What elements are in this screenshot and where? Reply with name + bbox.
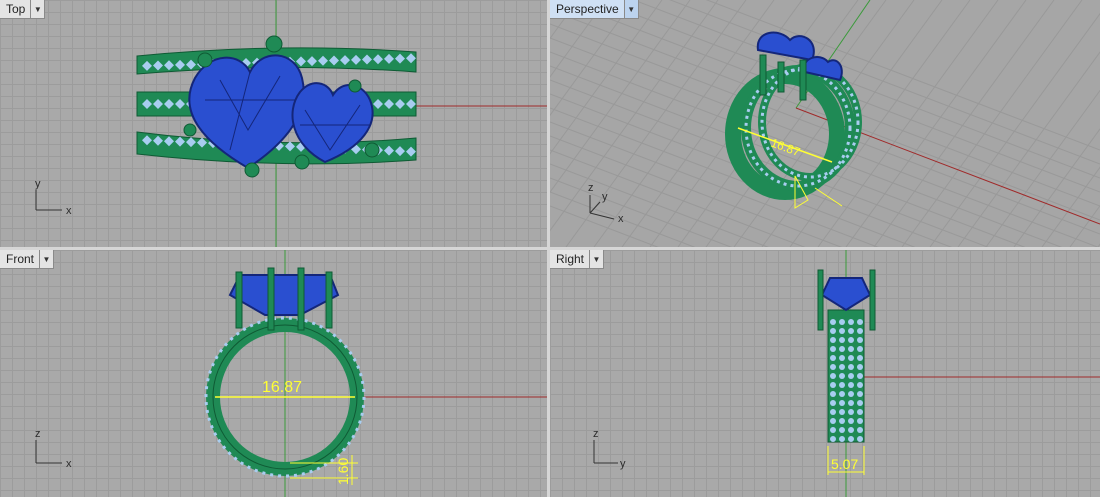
pave-stone: [848, 409, 854, 415]
pave-stone: [857, 337, 863, 343]
pave-stone: [857, 427, 863, 433]
pave-stone: [857, 436, 863, 442]
pave-stone: [839, 346, 845, 352]
axis-indicator: y x: [35, 178, 72, 217]
pave-stone: [839, 391, 845, 397]
pave-stone: [857, 364, 863, 370]
svg-text:z: z: [593, 428, 599, 440]
pave-stone: [839, 382, 845, 388]
pave-stone: [839, 436, 845, 442]
svg-text:x: x: [66, 458, 72, 470]
pave-stone: [848, 337, 854, 343]
caret-down-icon[interactable]: ▼: [623, 0, 638, 18]
viewport-title: Top: [6, 2, 26, 16]
svg-text:y: y: [602, 191, 608, 203]
pave-stone: [839, 364, 845, 370]
tab-perspective[interactable]: Perspective ▼: [550, 0, 639, 19]
svg-text:x: x: [66, 205, 72, 217]
caret-down-icon[interactable]: ▼: [30, 0, 44, 18]
svg-text:1.60: 1.60: [335, 458, 351, 485]
pave-stone: [830, 418, 836, 424]
pave-stone: [839, 373, 845, 379]
svg-text:z: z: [35, 428, 41, 440]
axis-indicator: z y: [593, 428, 626, 470]
viewport-perspective[interactable]: 16.87 z x y Perspective ▼: [550, 0, 1100, 247]
pave-stone: [848, 328, 854, 334]
tab-right[interactable]: Right ▼: [550, 250, 605, 269]
pave-stone: [839, 337, 845, 343]
caret-down-icon[interactable]: ▼: [39, 250, 53, 268]
svg-text:16.87: 16.87: [262, 379, 302, 396]
viewport-title: Front: [6, 252, 35, 266]
axis-indicator: z x: [35, 428, 72, 470]
pave-stone: [839, 319, 845, 325]
pave-stone: [839, 409, 845, 415]
pave-stone: [857, 346, 863, 352]
pave-stone: [848, 382, 854, 388]
pave-stone: [857, 319, 863, 325]
svg-text:x: x: [618, 213, 624, 225]
viewport-title: Perspective: [556, 2, 619, 16]
pave-stone: [848, 355, 854, 361]
pave-stone: [857, 382, 863, 388]
caret-down-icon[interactable]: ▼: [589, 250, 603, 268]
pave-stone: [848, 346, 854, 352]
pave-stone: [839, 427, 845, 433]
pave-stone: [830, 427, 836, 433]
pave-stone: [848, 391, 854, 397]
pave-stone: [839, 355, 845, 361]
viewport-top[interactable]: y x Top ▼: [0, 0, 547, 247]
viewport-front[interactable]: 16.87 1.60 z x Front ▼: [0, 250, 547, 497]
svg-text:5.07: 5.07: [831, 456, 858, 472]
tab-front[interactable]: Front ▼: [0, 250, 55, 269]
pave-stone: [848, 400, 854, 406]
pave-stone: [839, 328, 845, 334]
top-view-scene: y x: [35, 0, 547, 247]
pave-stone: [848, 436, 854, 442]
svg-text:y: y: [35, 178, 41, 190]
pave-stone: [848, 418, 854, 424]
pave-stone: [830, 364, 836, 370]
dimension-16-87: 16.87: [215, 379, 355, 398]
pave-stone: [848, 373, 854, 379]
pave-stone: [830, 337, 836, 343]
pave-stone: [830, 319, 836, 325]
perspective-scene: 16.87 z x y: [550, 0, 1100, 247]
pave-stone: [839, 418, 845, 424]
pave-stone: [839, 400, 845, 406]
pave-stone: [830, 436, 836, 442]
pave-stone: [857, 418, 863, 424]
pave-stone: [857, 373, 863, 379]
pave-stone: [857, 355, 863, 361]
axis-indicator: z x y: [588, 182, 624, 225]
pave-stone: [830, 400, 836, 406]
ring-model: [817, 269, 876, 443]
pave-stone: [857, 328, 863, 334]
pave-stone: [830, 373, 836, 379]
pave-stone: [857, 409, 863, 415]
pave-stone: [830, 409, 836, 415]
pave-stone: [848, 319, 854, 325]
pave-stone: [848, 364, 854, 370]
svg-text:y: y: [620, 458, 626, 470]
right-view-scene: 5.07 z y: [593, 250, 1100, 497]
pave-stone: [830, 355, 836, 361]
pave-stone: [857, 391, 863, 397]
front-view-scene: 16.87 1.60 z x: [35, 250, 547, 497]
tab-top[interactable]: Top ▼: [0, 0, 46, 19]
ring-model: [725, 31, 862, 200]
pave-stone: [857, 400, 863, 406]
viewport-title: Right: [556, 252, 585, 266]
pave-stone: [848, 427, 854, 433]
pave-stone: [830, 382, 836, 388]
pave-stone: [830, 346, 836, 352]
svg-text:z: z: [588, 182, 594, 194]
pave-stone: [830, 328, 836, 334]
viewport-right[interactable]: 5.07 z y Right ▼: [550, 250, 1100, 497]
pave-stone: [830, 391, 836, 397]
